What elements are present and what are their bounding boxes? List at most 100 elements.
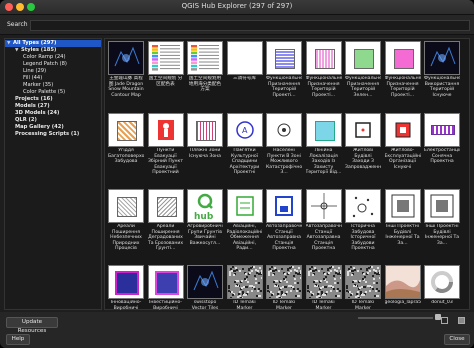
resource-item[interactable]: A Пам'ятки Культурної Спадщини Архітектур…	[226, 113, 263, 180]
resource-thumbnail[interactable]	[187, 113, 223, 147]
tree-item[interactable]: Fill (44)	[5, 75, 42, 82]
resource-thumbnail[interactable]	[147, 113, 184, 147]
resource-thumbnail[interactable]	[305, 41, 342, 75]
resource-thumbnail[interactable]	[424, 265, 460, 299]
resource-thumbnail[interactable]	[226, 265, 263, 299]
resource-thumbnail[interactable]	[266, 265, 302, 299]
resource-thumbnail[interactable]	[384, 265, 421, 299]
resource-thumbnail[interactable]	[108, 41, 144, 75]
resource-thumbnail[interactable]	[345, 189, 381, 223]
resource-thumbnail[interactable]	[226, 41, 263, 75]
tree-item[interactable]: Legend Patch (8)	[5, 61, 67, 68]
list-view-icon[interactable]	[458, 317, 465, 324]
resource-caption: Населені Пункти В Зоні Можливого Катастр…	[266, 148, 302, 176]
resource-thumbnail[interactable]	[424, 189, 460, 223]
resource-thumbnail[interactable]	[266, 41, 302, 75]
tree-item[interactable]: Color Ramp (24)	[5, 54, 66, 61]
resource-caption: Житлово-Експлуатаційні Організації Існую…	[384, 148, 421, 170]
resource-thumbnail[interactable]	[345, 41, 381, 75]
tree-item[interactable]: Marker (35)	[5, 82, 53, 89]
resource-thumbnail[interactable]	[147, 265, 184, 299]
resource-thumbnail[interactable]	[345, 265, 381, 299]
tree-item[interactable]: Processing Scripts (1)	[5, 131, 79, 138]
resource-item[interactable]: Функціональне Призначення Територій Прое…	[305, 41, 342, 108]
resource-item[interactable]: Ареали Поширення Небезпечних Природних П…	[108, 189, 144, 256]
resource-grid[interactable]: 王金霞山脉 高程图 Jade Dragon Snow Mountain Cont…	[104, 38, 470, 311]
resource-item[interactable]: 国土空间规划 分区配色表	[147, 41, 184, 108]
tree-item-label: Line (29)	[23, 68, 47, 74]
resource-thumbnail[interactable]	[305, 189, 342, 223]
resource-item[interactable]: Електростанції Сонячна Проектна	[424, 113, 460, 180]
resource-thumbnail[interactable]: A	[226, 113, 263, 147]
resource-item[interactable]: Функціональне Призначення Територій Зеле…	[345, 41, 381, 108]
resource-caption: Ареали Поширення Небезпечних Природних П…	[110, 224, 142, 252]
tree-item[interactable]: Line (29)	[5, 68, 46, 75]
tree-item[interactable]: ▼ All Types (297)	[5, 40, 101, 47]
resource-item[interactable]: Угіддя Багатоповерхова Забудова	[108, 113, 144, 180]
resource-caption: 三调符号库	[233, 76, 256, 81]
resource-thumbnail[interactable]	[384, 189, 421, 223]
resource-item[interactable]: Ареали Поширення Деградованих Та Ерозова…	[147, 189, 184, 256]
resource-thumbnail[interactable]	[305, 113, 342, 147]
resource-thumbnail[interactable]	[305, 265, 342, 299]
tree-item[interactable]: Map Gallery (42)	[5, 124, 64, 131]
resource-type-tree[interactable]: ▼ All Types (297) ▼ Styles (185) Color Ramp …	[4, 38, 102, 310]
tree-item[interactable]: Projects (16)	[5, 96, 53, 103]
resource-thumbnail[interactable]: hub	[187, 189, 223, 223]
resource-item[interactable]: Функціональне Призначення Територій Прое…	[384, 41, 421, 108]
resource-item[interactable]: Функціональне Використання Територій Існ…	[424, 41, 460, 108]
resource-thumbnail[interactable]	[108, 265, 144, 299]
tree-item[interactable]: Models (27)	[5, 103, 50, 110]
resource-thumbnail[interactable]	[345, 113, 381, 147]
resource-thumbnail[interactable]	[187, 265, 223, 299]
resource-caption: 国土空间规划 分区配色表	[148, 76, 183, 87]
resource-caption: Лінійна Локалізація Заходів Із Захисту Т…	[305, 148, 342, 176]
tree-item[interactable]: Color Palette (5)	[5, 89, 65, 96]
grid-view-icon[interactable]	[441, 317, 448, 324]
tree-item[interactable]: ▼ Styles (185)	[5, 47, 56, 54]
resource-item[interactable]: Функціональне Призначення Територій Прое…	[266, 41, 302, 108]
resource-caption: Інші Проектні Будівлі Інженерної Та За..…	[385, 224, 420, 246]
resource-item[interactable]: Житлово-Експлуатаційні Організації Існую…	[384, 113, 421, 180]
resource-item[interactable]: Інші Проектні Будівлі Інженерної Та За..…	[424, 189, 460, 256]
resource-thumbnail[interactable]	[147, 189, 184, 223]
search-row: Search	[0, 15, 474, 35]
resource-item[interactable]: Автозаправочні Станції Автозаправна Стан…	[305, 189, 342, 256]
tree-item-label: Map Gallery (42)	[15, 124, 64, 130]
tree-item[interactable]: QLR (2)	[5, 117, 37, 124]
resource-item[interactable]: 三调符号库	[226, 41, 263, 108]
resource-item[interactable]: 王金霞山脉 高程图 Jade Dragon Snow Mountain Cont…	[108, 41, 144, 108]
resource-thumbnail[interactable]	[384, 41, 421, 75]
resource-caption: Функціональне Використання Територій Існ…	[424, 76, 460, 98]
resource-thumbnail[interactable]	[266, 189, 302, 223]
resource-item[interactable]: Пункти Евакуації Збірний Пункт Евакуації…	[147, 113, 184, 180]
resource-thumbnail[interactable]	[108, 113, 144, 147]
search-input[interactable]	[30, 20, 470, 31]
resource-thumbnail[interactable]	[108, 189, 144, 223]
resource-item[interactable]: Пляжні Зони Існуюча Зона	[187, 113, 223, 180]
tree-item[interactable]: 3D Models (24)	[5, 110, 59, 117]
resource-thumbnail[interactable]	[384, 113, 421, 147]
thumbnail-size-slider[interactable]	[358, 317, 433, 319]
resource-item[interactable]: Інші Проектні Будівлі Інженерної Та За..…	[384, 189, 421, 256]
resource-thumbnail[interactable]	[266, 113, 302, 147]
tree-item-label: Fill (44)	[23, 75, 43, 81]
resource-item[interactable]: Житлові Будівлі Заходи З Запровадження	[345, 113, 381, 180]
update-resources-button[interactable]: Update Resources	[6, 317, 58, 334]
resource-item[interactable]: Історична Забудова Історичної Забудови П…	[345, 189, 381, 256]
resource-item[interactable]: Лінійна Локалізація Заходів Із Захисту Т…	[305, 113, 342, 180]
resource-thumbnail[interactable]	[226, 189, 263, 223]
resource-item[interactable]: Автозаправочні Станції Автозаправна Стан…	[266, 189, 302, 256]
resource-thumbnail[interactable]	[187, 41, 223, 75]
resource-item[interactable]: Населені Пункти В Зоні Можливого Катастр…	[266, 113, 302, 180]
close-button[interactable]: Close	[444, 334, 470, 345]
resource-item[interactable]: Авіаційні, Радіолокаційні Обмеження Авіа…	[226, 189, 263, 256]
resource-item[interactable]: hub Агровиробничі Групи Ґрунтів Звичайні …	[187, 189, 223, 256]
help-button[interactable]: Help	[6, 334, 30, 345]
resource-thumbnail[interactable]	[424, 41, 460, 75]
resource-item[interactable]: 国土空间规划用地用海分类配色方案	[187, 41, 223, 108]
resource-caption: 王金霞山脉 高程图 Jade Dragon Snow Mountain Cont…	[108, 76, 144, 98]
tree-item-label: Processing Scripts (1)	[15, 131, 80, 137]
resource-thumbnail[interactable]	[424, 113, 460, 147]
resource-thumbnail[interactable]	[147, 41, 184, 75]
